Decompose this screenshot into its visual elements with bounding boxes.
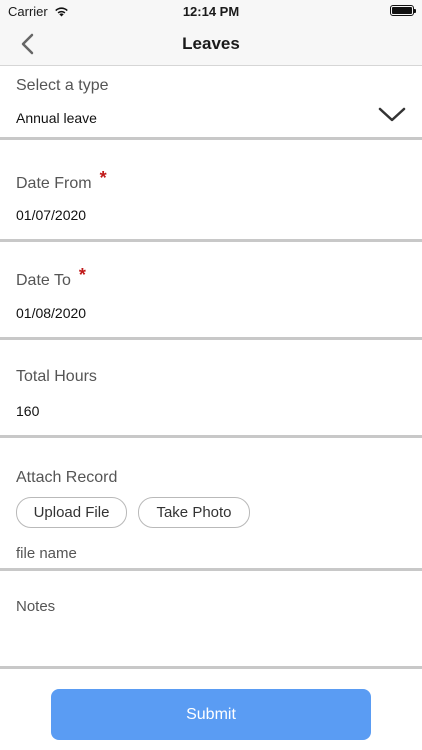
date-to-value[interactable]: 01/08/2020 <box>16 305 86 321</box>
battery-icon <box>390 5 416 16</box>
attach-section: Attach Record Upload File Take Photo fil… <box>0 438 422 571</box>
notes-label: Notes <box>16 598 56 615</box>
file-name-label: file name <box>16 545 77 562</box>
date-from-section[interactable]: Date From * 01/07/2020 <box>0 140 422 242</box>
status-bar: Carrier 12:14 PM <box>0 0 422 22</box>
date-from-value[interactable]: 01/07/2020 <box>16 207 86 223</box>
type-section[interactable]: Select a type Annual leave <box>0 67 422 140</box>
date-to-label-text: Date To <box>16 272 71 289</box>
battery-fill <box>392 7 412 14</box>
nav-bar: Leaves <box>0 22 422 66</box>
total-hours-label: Total Hours <box>16 368 97 385</box>
notes-value[interactable] <box>16 626 406 656</box>
upload-file-button[interactable]: Upload File <box>16 497 127 528</box>
total-hours-section[interactable]: Total Hours 160 <box>0 340 422 438</box>
page-title: Leaves <box>182 34 240 53</box>
chevron-down-icon[interactable] <box>378 107 406 123</box>
required-asterisk: * <box>78 265 86 285</box>
take-photo-button[interactable]: Take Photo <box>138 497 250 528</box>
type-value[interactable]: Annual leave <box>16 110 97 126</box>
total-hours-value[interactable]: 160 <box>16 403 39 419</box>
date-from-label-text: Date From <box>16 175 92 192</box>
date-to-label: Date To * <box>16 265 86 290</box>
required-asterisk: * <box>99 168 107 188</box>
date-from-label: Date From * <box>16 168 107 193</box>
attach-label: Attach Record <box>16 469 118 486</box>
date-to-section[interactable]: Date To * 01/08/2020 <box>0 242 422 340</box>
status-time: 12:14 PM <box>182 4 240 19</box>
type-label: Select a type <box>16 77 109 94</box>
notes-section[interactable]: Notes <box>0 571 422 669</box>
submit-button[interactable]: Submit <box>51 689 371 740</box>
